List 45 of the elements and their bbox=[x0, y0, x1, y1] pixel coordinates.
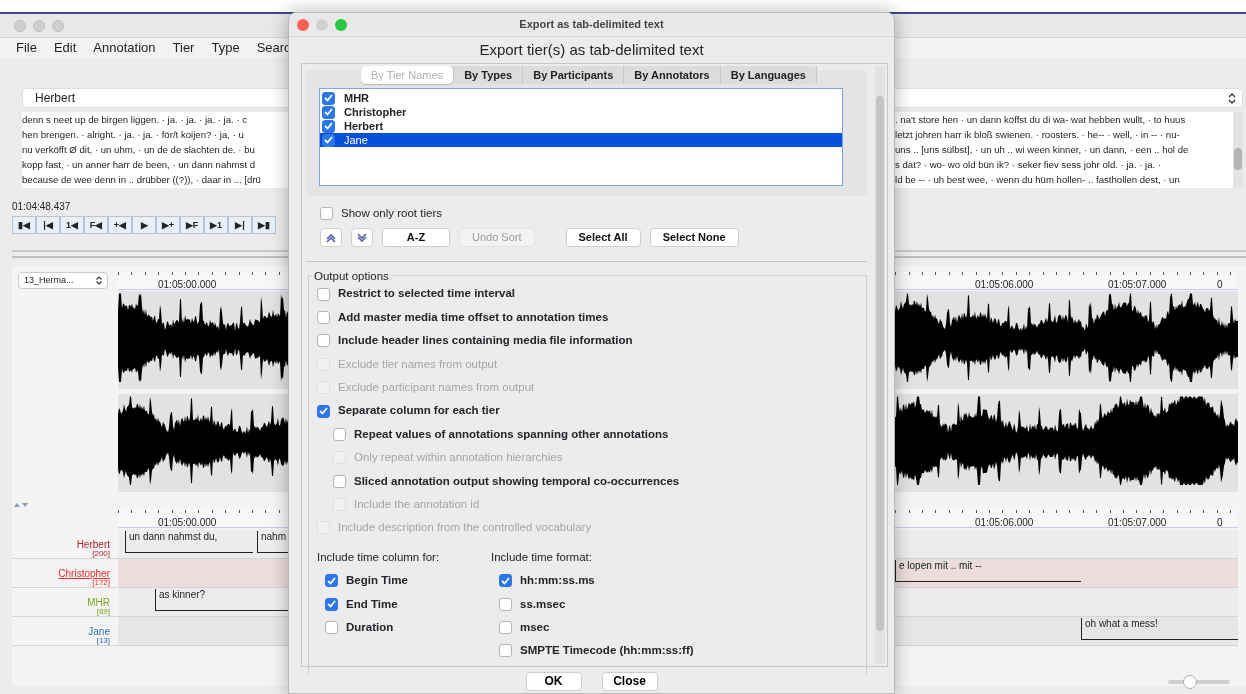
transcript-line: ld be -- · uh best wee, · wenn du hüm hollen- .. fasthollen dest, · un bbox=[895, 173, 1181, 187]
checkbox-label: msec bbox=[520, 619, 550, 635]
checkbox-label: SMPTE Timecode (hh:mm:ss:ff) bbox=[520, 643, 694, 659]
checkbox-label: End Time bbox=[346, 596, 398, 612]
section-label: Include time column for: bbox=[317, 549, 441, 565]
tier-count: [172] bbox=[92, 579, 110, 587]
checkbox-label: Repeat values of annotations spanning other annotations bbox=[354, 426, 669, 442]
checkbox-label: ss.msec bbox=[520, 596, 566, 612]
checkbox-label: Duration bbox=[346, 619, 394, 635]
checkbox-label: Separate column for each tier bbox=[338, 403, 500, 419]
time-label: 0 bbox=[1217, 278, 1223, 292]
tier-count: [200] bbox=[91, 550, 110, 558]
checkbox-label: Begin Time bbox=[346, 573, 408, 589]
time-label: 01:05:07.000 bbox=[1108, 278, 1167, 292]
checkbox-label: Restrict to selected time interval bbox=[338, 286, 516, 302]
transcript-line: s dat? · wo- wo old bün ik? · seker fiev sess johr old. · ja. · ja. · bbox=[895, 158, 1163, 172]
time-label: 01:05:00.000 bbox=[158, 278, 217, 292]
transcript-line: kopp fast, · un anner harr de been, · un dann nahmst d bbox=[22, 158, 257, 172]
checkbox-label: hh:mm:ss.ms bbox=[520, 573, 595, 589]
checkbox-label: Sliced annotation output showing temporal co-occurrences bbox=[354, 473, 680, 489]
time-label: 01:05:06.000 bbox=[975, 278, 1034, 292]
checkbox-label: Exclude participant names from output bbox=[338, 380, 535, 395]
time-label: 01:05:07.000 bbox=[1108, 516, 1167, 530]
checkbox-label: Exclude tier names from output bbox=[338, 356, 498, 372]
transcript-line: hen brengen. · alright. · ja. · ja. · för/t koijen? · ja, · u bbox=[22, 128, 245, 142]
dialog-heading: Export tier(s) as tab-delimited text bbox=[478, 40, 705, 60]
tier-count: [89] bbox=[95, 608, 110, 616]
tier-count: [13] bbox=[95, 637, 110, 645]
transcript-line: because de wee denn in .. drübber ((?)), · daar in ... [drü bbox=[22, 173, 262, 187]
transcript-line: letzt johren harr ik bloß swienen. · roosters. · he-- · well, · in -- · nu- bbox=[895, 128, 1181, 142]
checkbox-label: Add master media time offset to annotation times bbox=[338, 309, 609, 325]
time-label: 01:05:00.000 bbox=[158, 516, 217, 530]
checkbox-label: Show only root tiers bbox=[341, 206, 442, 222]
checkbox-label: Include description from the controlled vocabulary bbox=[338, 520, 592, 536]
dialog-title: Export as tab-delimited text bbox=[518, 17, 665, 33]
transcript-line: uns .. [uns sülbst], · un uh .. wi ween kinner, · un dann, · een .. hol de bbox=[895, 143, 1190, 157]
transcript-line: denn s neet up de birgen liggen. · ja. · ja. · ja. · ja. · c bbox=[22, 113, 249, 127]
section-label: Include time format: bbox=[491, 549, 593, 565]
time-label: 0 bbox=[1217, 516, 1223, 530]
checkbox-label: Include header lines containing media file information bbox=[338, 333, 633, 349]
checkbox-label: Only repeat within annotation hierarchies bbox=[354, 450, 563, 466]
transcript-line: nu verköfft Ø dit, · un uhm, · un de de slachten de. · bu bbox=[22, 143, 256, 157]
time-label: 01:05:06.000 bbox=[975, 516, 1034, 530]
checkbox-label: Include the annotation id bbox=[354, 496, 480, 512]
transcript-line: . na't store hen · un dann köffst du di wa- wat hebben wullt, · to huus bbox=[895, 113, 1187, 127]
